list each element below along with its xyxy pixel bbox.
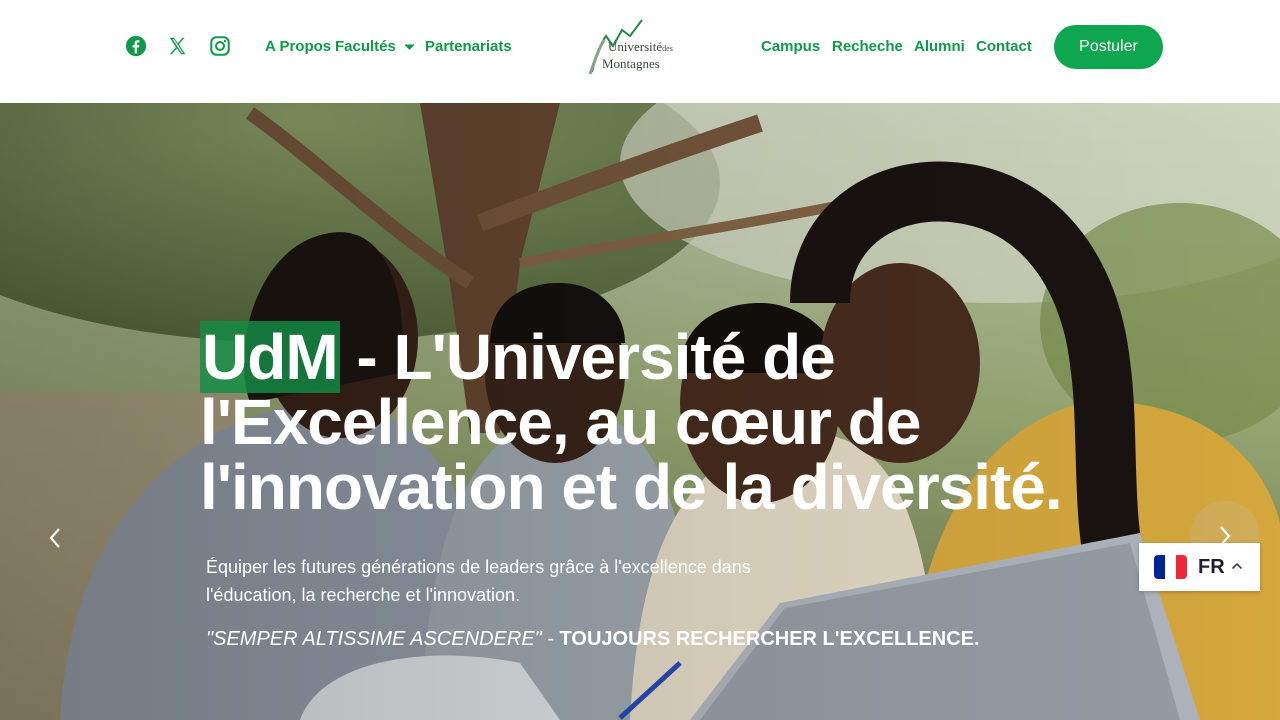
motto-separator: -	[541, 628, 560, 650]
france-flag-icon	[1154, 555, 1187, 579]
nav-partenariats[interactable]: Partenariats	[425, 38, 512, 56]
hero-slider: UdM - L'Université de l'Excellence, au c…	[0, 103, 1280, 720]
nav-contact[interactable]: Contact	[976, 38, 1032, 56]
nav-recheche[interactable]: Recheche	[832, 38, 903, 56]
hero-motto: "SEMPER ALTISSIME ASCENDERE" - TOUJOURS …	[206, 627, 980, 651]
x-twitter-icon[interactable]	[167, 35, 189, 57]
chevron-up-icon	[1231, 562, 1243, 570]
nav-alumni[interactable]: Alumni	[914, 38, 965, 56]
language-code: FR	[1198, 556, 1225, 578]
hero-title: UdM - L'Université de l'Excellence, au c…	[200, 321, 1100, 520]
hero-title-highlight: UdM	[200, 321, 340, 393]
motto-french: TOUJOURS RECHERCHER L'EXCELLENCE.	[559, 628, 980, 650]
hero-subtitle: Équiper les futures générations de leade…	[206, 557, 751, 605]
logo-line-2: Montagnes	[602, 56, 660, 71]
language-switcher[interactable]: FR	[1139, 543, 1260, 591]
university-logo[interactable]: Universitédes Montagnes	[586, 16, 696, 76]
motto-latin: "SEMPER ALTISSIME ASCENDERE"	[206, 628, 542, 650]
slider-prev-button[interactable]	[40, 521, 70, 555]
chevron-down-icon[interactable]	[404, 43, 415, 51]
nav-campus[interactable]: Campus	[761, 38, 820, 56]
facebook-icon[interactable]	[125, 35, 147, 57]
nav-a-propos[interactable]: A Propos	[265, 38, 331, 56]
postuler-button[interactable]: Postuler	[1054, 25, 1163, 69]
logo-line-1: Universitédes	[608, 39, 673, 54]
chevron-left-icon	[49, 528, 60, 548]
instagram-icon[interactable]	[209, 35, 231, 57]
nav-facultes[interactable]: Facultés	[335, 38, 396, 56]
site-header: A Propos Facultés Partenariats Universit…	[0, 0, 1280, 103]
